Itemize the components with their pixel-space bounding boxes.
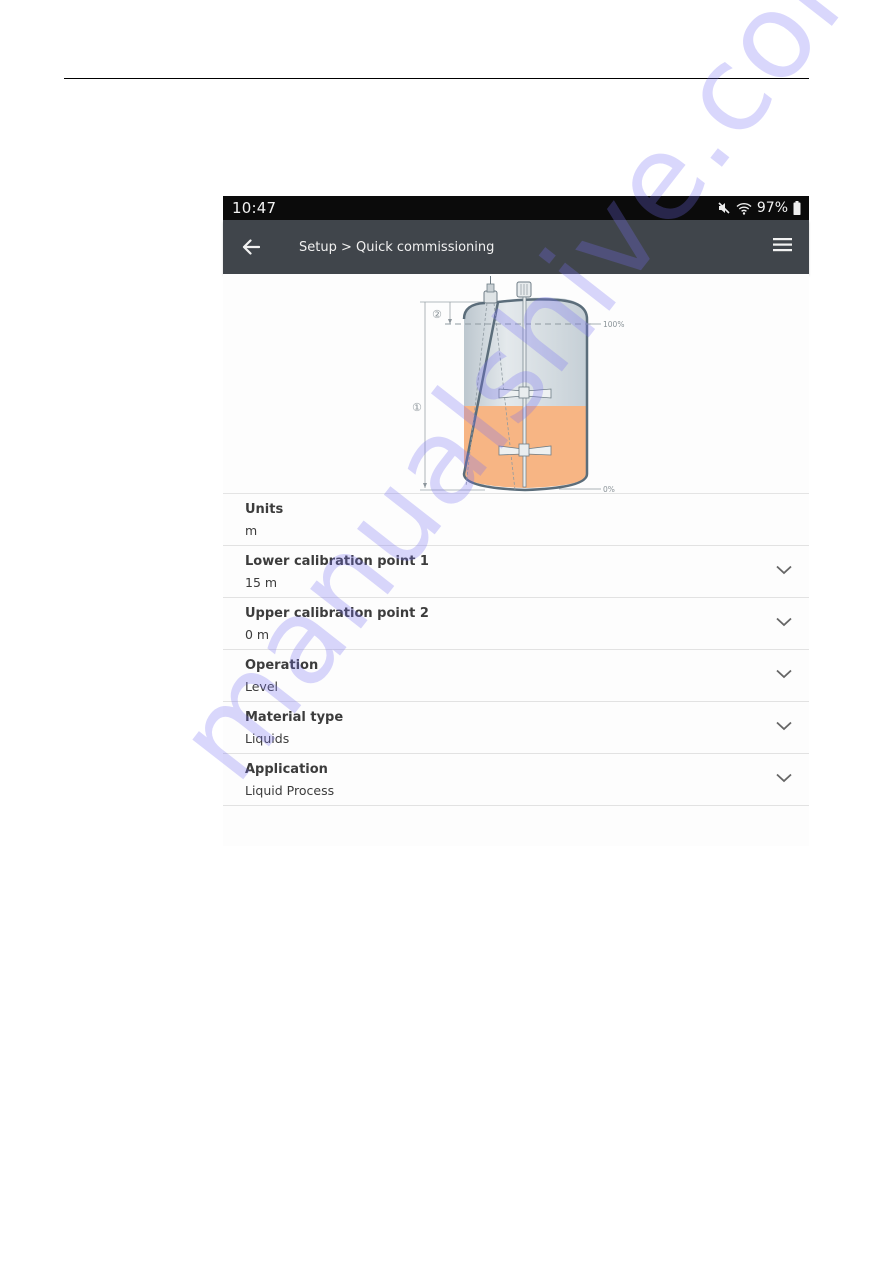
chevron-down-icon[interactable]: [776, 565, 792, 575]
phone-screen: 10:47 97% Setup > Quick commissioning 10…: [223, 196, 809, 846]
battery-percent: 97%: [756, 200, 788, 216]
setting-upper-calibration-point[interactable]: Upper calibration point 2 0 m: [223, 598, 809, 650]
label-100-percent: 100%: [603, 320, 624, 329]
setting-material-type[interactable]: Material type Liquids: [223, 702, 809, 754]
setting-label: Lower calibration point 1: [245, 554, 429, 569]
setting-value: Liquids: [245, 731, 290, 746]
setting-application[interactable]: Application Liquid Process: [223, 754, 809, 806]
setting-value: Liquid Process: [245, 783, 335, 798]
setting-value: 15 m: [245, 575, 278, 590]
chevron-down-icon[interactable]: [776, 773, 792, 783]
radar-sensor: [483, 290, 498, 304]
wifi-icon: [736, 202, 752, 215]
setting-operation[interactable]: Operation Level: [223, 650, 809, 702]
status-icons: 97%: [717, 200, 801, 216]
setting-label: Units: [245, 502, 284, 517]
label-0-percent: 0%: [603, 485, 615, 493]
setting-label: Operation: [245, 658, 319, 673]
chevron-down-icon[interactable]: [776, 669, 792, 679]
marker-1: ①: [412, 401, 422, 414]
breadcrumb-title: Setup > Quick commissioning: [299, 239, 495, 255]
arrow-left-icon: [242, 239, 260, 255]
status-time: 10:47: [232, 199, 277, 217]
mute-icon: [717, 201, 731, 215]
back-button[interactable]: [224, 220, 278, 274]
setting-label: Upper calibration point 2: [245, 606, 429, 621]
status-bar: 10:47 97%: [223, 196, 809, 220]
settings-list: Units m Lower calibration point 1 15 m U…: [223, 493, 809, 806]
setting-label: Material type: [245, 710, 344, 725]
marker-2: ②: [432, 308, 442, 321]
setting-value: m: [245, 523, 258, 538]
setting-label: Application: [245, 762, 328, 777]
tank-diagram: 100% 0% ② ①: [223, 274, 809, 493]
setting-units[interactable]: Units m: [223, 494, 809, 546]
app-bar: Setup > Quick commissioning: [223, 220, 809, 274]
chevron-down-icon[interactable]: [776, 721, 792, 731]
tank-illustration: 100% 0% ② ①: [412, 276, 624, 493]
setting-lower-calibration-point[interactable]: Lower calibration point 1 15 m: [223, 546, 809, 598]
setting-value: 0 m: [245, 627, 270, 642]
hamburger-menu-icon: [773, 238, 792, 252]
document-header-rule: [64, 78, 809, 79]
chevron-down-icon[interactable]: [776, 617, 792, 627]
menu-button[interactable]: [773, 237, 795, 257]
setting-value: Level: [245, 679, 278, 694]
battery-icon: [793, 201, 801, 215]
